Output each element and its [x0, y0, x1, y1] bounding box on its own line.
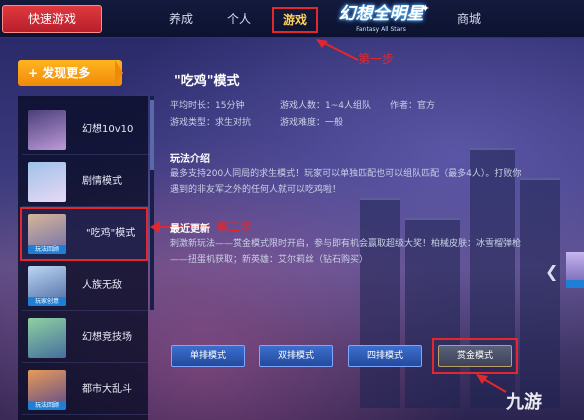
squad-mode-button[interactable]: 四排模式 [348, 345, 422, 367]
step1-label: 第一步 [358, 52, 395, 66]
mode-item-chicken[interactable]: 玩法回顾 "吃鸡"模式 [22, 209, 150, 259]
mode-thumbnail [28, 318, 66, 358]
watermark-logo: 九游 [506, 392, 542, 413]
mode-item-10v10[interactable]: 幻想10v10 [22, 105, 150, 155]
mode-tag: 玩法回顾 [28, 401, 66, 410]
logo-title: 幻想全明星 [338, 4, 424, 24]
top-nav-bar: 快速游戏 养成 个人 游戏 幻想全明星 Fantasy All Stars ✦ … [0, 0, 584, 38]
mode-item-label: "吃鸡"模式 [86, 228, 136, 239]
rules-heading: 玩法介绍 [170, 154, 210, 165]
bg-building [520, 178, 560, 408]
rules-line-2: 遇到的非友军之外的任何人就可以吃鸡啦！ [170, 185, 342, 195]
duo-mode-button[interactable]: 双排模式 [259, 345, 333, 367]
quick-game-button[interactable]: 快速游戏 [2, 5, 102, 33]
bounty-mode-button[interactable]: 赏金模式 [438, 345, 512, 367]
mode-item-story[interactable]: 剧情模式 [22, 157, 150, 207]
side-preview-thumbnail[interactable] [566, 252, 584, 288]
mode-item-arena[interactable]: 幻想竞技场 [22, 313, 150, 363]
mode-thumbnail: 玩法回顾 [28, 214, 66, 254]
updates-heading: 最近更新 [170, 224, 210, 235]
mode-item-label: 剧情模式 [82, 176, 122, 187]
mode-thumbnail [28, 162, 66, 202]
star-icon: ✦ [420, 2, 430, 15]
player-count: 游戏人数：1~4人组队 [280, 101, 371, 111]
game-type: 游戏类型：求生对抗 [170, 118, 252, 128]
mode-thumbnail: 玩家创意 [28, 266, 66, 306]
mode-item-label: 幻想竞技场 [82, 332, 132, 343]
mode-item-label: 幻想10v10 [82, 124, 134, 135]
mode-tag: 玩法回顾 [28, 245, 66, 254]
updates-line-2: ——扭蛋机获取；新英雄：艾尔莉丝（钻石购买） [170, 255, 369, 265]
discover-more-button[interactable]: + 发现更多 [18, 60, 122, 86]
mode-item-label: 都市大乱斗 [82, 384, 132, 395]
step2-label: 第二步 [216, 220, 253, 234]
mode-tag: 玩家创意 [28, 297, 66, 306]
mode-thumbnail [28, 110, 66, 150]
rules-line-1: 最多支持200人同局的求生模式！玩家可以单独匹配也可以组队匹配（最多4人）。打败… [170, 169, 522, 179]
nav-develop[interactable]: 养成 [168, 10, 194, 27]
mode-tag [566, 280, 584, 288]
mode-item-label: 人族无敌 [82, 280, 122, 291]
avg-time: 平均时长：15分钟 [170, 101, 245, 111]
discover-tab-arrow [115, 60, 123, 86]
mode-title: "吃鸡"模式 [174, 74, 240, 89]
sidebar-scroll-thumb[interactable] [150, 100, 154, 170]
mode-thumbnail: 玩法回顾 [28, 370, 66, 410]
difficulty: 游戏难度：一般 [280, 118, 344, 128]
author: 作者：官方 [390, 101, 436, 111]
chevron-left-icon[interactable]: ❮ [545, 262, 558, 281]
mode-item-brawl[interactable]: 玩法回顾 都市大乱斗 [22, 365, 150, 415]
nav-shop[interactable]: 商城 [456, 10, 482, 27]
solo-mode-button[interactable]: 单排模式 [171, 345, 245, 367]
mode-item-human[interactable]: 玩家创意 人族无敌 [22, 261, 150, 311]
bg-building [360, 198, 400, 408]
nav-personal[interactable]: 个人 [226, 10, 252, 27]
updates-line-1: 刺激新玩法——赏金模式限时开启，参与即有机会赢取超级大奖！柏械皮肤：冰雪榴弹枪 [170, 239, 522, 249]
